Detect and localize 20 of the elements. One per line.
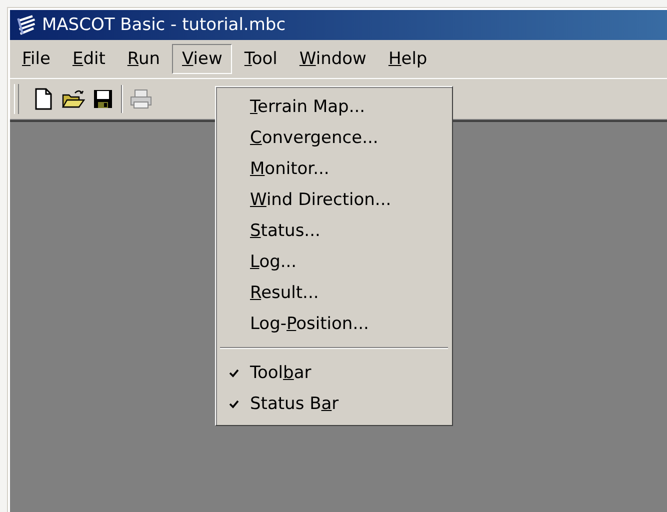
menu-option[interactable]: Result... <box>218 277 450 308</box>
menu-item[interactable]: Run <box>117 44 170 74</box>
menu-option[interactable]: Wind Direction... <box>218 184 450 215</box>
menu-option[interactable]: Log... <box>218 246 450 277</box>
menu-item[interactable]: Help <box>378 44 438 74</box>
app-icon <box>16 14 38 36</box>
menu-option[interactable]: Monitor... <box>218 153 450 184</box>
menu-item[interactable]: Tool <box>234 44 288 74</box>
menu-option[interactable]: Terrain Map... <box>218 91 450 122</box>
menu-option[interactable]: Status Bar <box>250 394 339 414</box>
printer-icon[interactable] <box>129 87 153 111</box>
menu-item[interactable]: File <box>12 44 60 74</box>
menu-option[interactable]: Convergence... <box>218 122 450 153</box>
menu-item[interactable]: Edit <box>62 44 116 74</box>
menu-option[interactable]: Toolbar <box>250 362 312 382</box>
menu-item[interactable]: Window <box>289 44 376 74</box>
menu-option[interactable]: Status... <box>218 215 450 246</box>
menu-item[interactable]: View <box>172 44 232 74</box>
window-title: MASCOT Basic - tutorial.mbc <box>42 15 286 35</box>
menu-option[interactable]: Log-Position... <box>218 308 450 339</box>
